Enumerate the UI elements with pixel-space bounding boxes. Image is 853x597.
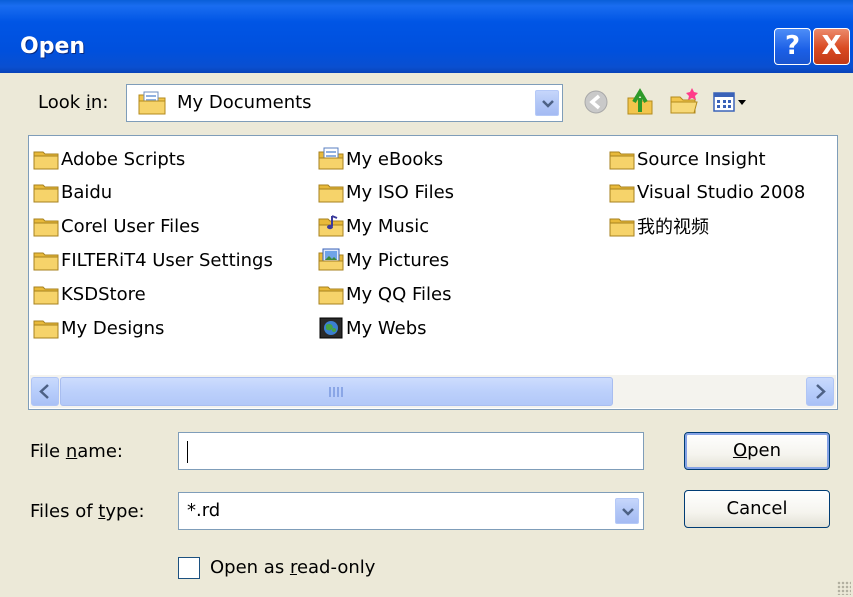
read-only-label[interactable]: Open as read-only [210,557,375,578]
ebooks-folder-icon [318,147,344,170]
folder-icon [33,151,59,170]
list-item[interactable]: Visual Studio 2008 [609,177,805,207]
folder-icon [33,252,59,271]
scroll-left-button[interactable] [31,377,59,406]
files-of-type-label: Files of type: [30,501,145,522]
close-icon: X [821,31,842,61]
grip-icon [329,387,343,397]
chevron-right-icon [816,384,826,399]
title-bar[interactable]: Open ? X [0,0,853,73]
folder-icon [318,184,344,203]
resize-grip-icon[interactable] [837,581,851,595]
folder-icon [609,151,635,170]
file-name-label: File name: [30,441,123,462]
folder-icon [609,184,635,203]
scroll-thumb[interactable] [60,377,613,406]
horizontal-scrollbar[interactable] [30,375,836,408]
look-in-dropdown-button[interactable] [535,90,559,116]
help-icon: ? [784,31,801,61]
list-item[interactable]: Source Insight [609,144,766,174]
new-folder-icon[interactable] [668,86,700,118]
pictures-folder-icon [318,248,344,271]
views-menu-button[interactable] [712,90,752,116]
list-item[interactable]: My Pictures [318,245,449,275]
back-icon[interactable] [580,86,612,118]
list-item[interactable]: My ISO Files [318,177,454,207]
list-item[interactable]: My Webs [318,313,427,343]
file-list[interactable]: Adobe Scripts Baidu Corel User Files FIL… [28,135,838,410]
folder-icon [318,286,344,305]
views-menu-icon [713,92,746,112]
scroll-right-button[interactable] [806,377,834,406]
close-button[interactable]: X [813,28,850,65]
cancel-button[interactable]: Cancel [684,490,830,528]
list-item[interactable]: KSDStore [33,279,146,309]
open-button[interactable]: Open [684,432,830,470]
text-cursor [187,441,188,463]
dialog-title: Open [20,34,86,59]
folder-icon [33,286,59,305]
look-in-dropdown[interactable]: My Documents [126,84,563,122]
file-name-input[interactable] [178,432,644,470]
list-item[interactable]: My Designs [33,313,164,343]
folder-icon [33,218,59,237]
list-item[interactable]: Corel User Files [33,211,200,241]
folder-icon [33,184,59,203]
look-in-label: Look in: [38,92,109,113]
files-of-type-dropdown-button[interactable] [615,498,639,524]
list-item[interactable]: My Music [318,211,429,241]
look-in-value: My Documents [177,92,312,113]
chevron-down-icon [622,508,634,516]
help-button[interactable]: ? [774,28,811,65]
folder-icon [609,218,635,237]
list-item[interactable]: 我的视频 [609,211,709,241]
up-folder-icon[interactable] [624,86,656,118]
folder-icon [33,320,59,339]
chevron-down-icon [542,100,554,108]
read-only-checkbox[interactable] [178,557,200,579]
files-of-type-dropdown[interactable]: *.rd [178,492,644,530]
list-item[interactable]: FILTERiT4 User Settings [33,245,273,275]
music-folder-icon [318,215,344,237]
webs-folder-icon [319,317,343,339]
list-item[interactable]: My QQ Files [318,279,451,309]
list-item[interactable]: My eBooks [318,144,443,174]
my-documents-icon [138,91,166,115]
files-of-type-value: *.rd [187,500,221,521]
list-item[interactable]: Adobe Scripts [33,144,185,174]
list-item[interactable]: Baidu [33,177,112,207]
chevron-left-icon [39,384,49,399]
